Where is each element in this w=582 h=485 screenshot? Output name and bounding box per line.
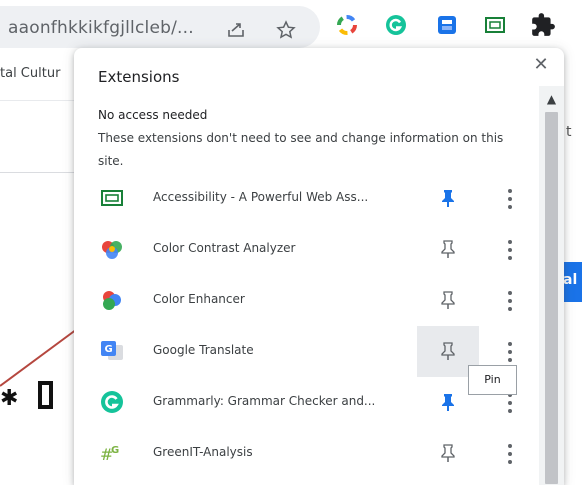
pin-button[interactable] [417,224,479,275]
pin-outline-icon [441,291,455,309]
extension-row[interactable]: Color Enhancer [74,275,539,326]
close-button[interactable]: ✕ [528,52,554,78]
google-translate-icon: G [101,341,123,360]
puzzle-icon[interactable] [530,12,556,38]
extension-name: Google Translate [153,343,254,357]
accessibility-icon [101,190,123,206]
extensions-popup: Extensions ✕ No access needed These exte… [74,48,564,485]
more-options-button[interactable] [498,186,522,212]
save-icon[interactable] [436,14,458,36]
pin-filled-icon [442,394,454,411]
page-divider [0,172,80,173]
extension-name: GreenIT-Analysis [153,445,253,459]
greenit-icon: # G [100,445,119,464]
extension-name: Grammarly: Grammar Checker and... [153,394,376,408]
popup-title: Extensions [98,68,180,86]
pin-button[interactable] [417,275,479,326]
color-contrast-icon [102,241,122,259]
extension-row[interactable]: Accessibility - A Powerful Web Ass... [74,173,539,224]
more-options-button[interactable] [498,441,522,467]
svg-text:G: G [111,445,119,456]
bookmark-star-icon[interactable] [276,20,296,40]
section-heading: No access needed [98,108,208,122]
page-text-fragment: t [566,124,572,140]
pin-outline-icon [441,342,455,360]
pin-button[interactable] [417,428,479,479]
more-options-button[interactable] [498,237,522,263]
grammarly-icon[interactable] [385,14,407,36]
scroll-up-icon[interactable]: ▲ [539,90,564,108]
svg-text:G: G [105,344,113,355]
share-icon[interactable] [226,20,246,40]
pin-filled-icon [442,190,454,207]
more-options-button[interactable] [498,288,522,314]
extension-row[interactable]: # G GreenIT-Analysis [74,428,539,479]
pin-outline-icon [441,240,455,258]
grammarly-icon [101,391,123,413]
pin-button[interactable] [417,173,479,224]
extension-name: Color Enhancer [153,292,245,306]
color-wheel-icon[interactable] [336,14,358,36]
scroll-thumb[interactable] [545,112,558,484]
extension-row[interactable]: Color Contrast Analyzer [74,224,539,275]
pin-tooltip: Pin [468,365,517,395]
url-text[interactable]: aaonfhkkikfgjllcleb/... [8,18,194,38]
pin-outline-icon [441,444,455,462]
bookmark-item[interactable]: tal Cultur [0,66,60,81]
rectangle-glyph [38,381,53,409]
section-description: These extensions don't need to see and c… [98,131,504,168]
popup-scrollbar[interactable]: ▲ [539,86,564,485]
extension-name: Accessibility - A Powerful Web Ass... [153,190,369,204]
color-enhancer-icon [103,291,121,310]
bookmarks-divider [0,100,80,101]
address-bar[interactable]: aaonfhkkikfgjllcleb/... [0,6,320,48]
page-button-label: al [563,272,578,288]
accessibility-icon[interactable] [484,14,506,36]
extension-name: Color Contrast Analyzer [153,241,296,255]
more-options-button[interactable] [498,339,522,365]
puzzle-glyph-icon: ✱ [0,386,19,411]
